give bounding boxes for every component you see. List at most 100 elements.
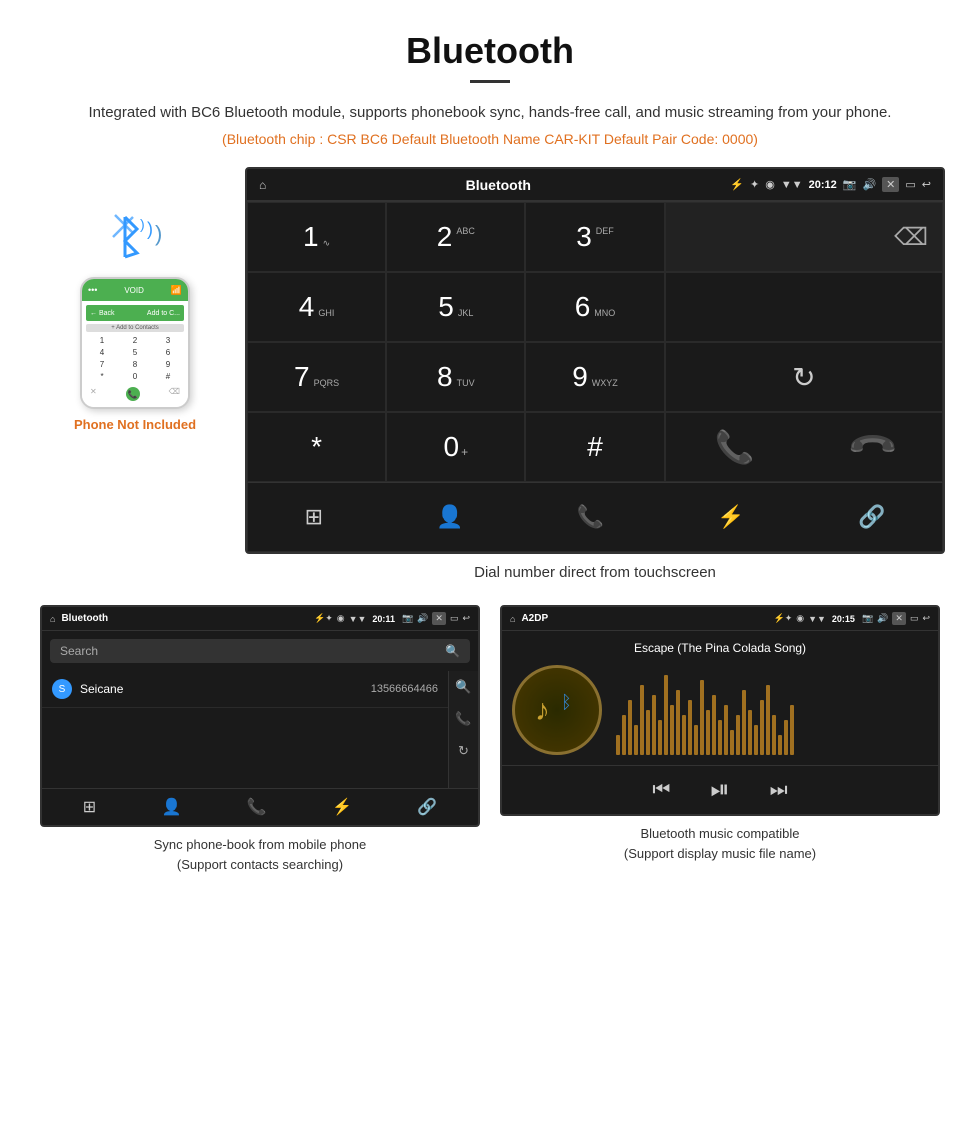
dial-key-2[interactable]: 2 ABC <box>386 202 525 272</box>
contact-list: S Seicane 13566664466 🔍 📞 ↻ <box>42 671 478 788</box>
dial-key-4[interactable]: 4 GHI <box>247 272 386 342</box>
redial-button[interactable]: ↻ <box>665 342 943 412</box>
dial-key-7[interactable]: 7 PQRS <box>247 342 386 412</box>
mu-home-icon[interactable]: ⌂ <box>510 614 515 624</box>
mu-close-icon[interactable]: ✕ <box>892 612 906 625</box>
dial-right-row2 <box>665 272 943 342</box>
close-icon[interactable]: ✕ <box>882 177 899 192</box>
dial-key-3[interactable]: 3 DEF <box>525 202 664 272</box>
pb-dialpad-icon[interactable]: ⊞ <box>83 797 96 817</box>
mu-time: 20:15 <box>832 614 855 624</box>
phone-icon[interactable]: 📞 <box>577 504 604 530</box>
bottom-row: ⌂ Bluetooth ⚡ ✦ ◉ ▼▼ 20:11 📷 🔊 ✕ ▭ ↩ <box>0 591 980 874</box>
pb-refresh-icon-right[interactable]: ↻ <box>458 743 469 759</box>
header-specs: (Bluetooth chip : CSR BC6 Default Blueto… <box>60 131 920 147</box>
mu-volume-icon: 🔊 <box>877 613 888 624</box>
dial-screen-title: Bluetooth <box>266 177 730 193</box>
album-art: ♪ ᛒ <box>512 665 602 755</box>
music-screen: ⌂ A2DP ⚡ ✦ ◉ ▼▼ 20:15 📷 🔊 ✕ ▭ ↩ Escape (… <box>500 605 940 816</box>
search-bar[interactable]: Search 🔍 <box>50 639 470 663</box>
page-header: Bluetooth Integrated with BC6 Bluetooth … <box>0 0 980 157</box>
dial-screen: ⌂ Bluetooth ⚡ ✦ ◉ ▼▼ 20:12 📷 🔊 ✕ ▭ ↩ <box>245 167 945 554</box>
time-display: 20:12 <box>809 179 837 191</box>
svg-text:): ) <box>147 219 153 239</box>
rewind-button[interactable]: ⏮ <box>652 779 670 802</box>
dial-screen-container: ⌂ Bluetooth ⚡ ✦ ◉ ▼▼ 20:12 📷 🔊 ✕ ▭ ↩ <box>240 167 950 581</box>
pb-usb-icon: ⚡ <box>314 613 325 624</box>
pb-back-icon[interactable]: ↩ <box>462 613 470 624</box>
pb-close-icon[interactable]: ✕ <box>432 612 446 625</box>
phone-not-included-label: Phone Not Included <box>74 417 196 432</box>
dial-status-bar: ⌂ Bluetooth ⚡ ✦ ◉ ▼▼ 20:12 📷 🔊 ✕ ▭ ↩ <box>247 169 943 201</box>
song-title: Escape (The Pina Colada Song) <box>634 641 806 655</box>
main-area: ) ) ) ••• VOID 📶 ← Back <box>0 157 980 591</box>
search-icon[interactable]: 🔍 <box>445 644 460 658</box>
dial-key-9[interactable]: 9 WXYZ <box>525 342 664 412</box>
fast-forward-button[interactable]: ⏭ <box>770 779 788 802</box>
svg-text:): ) <box>140 216 145 232</box>
dial-key-8[interactable]: 8 TUV <box>386 342 525 412</box>
dial-call-area: 📞 📞 <box>665 412 943 482</box>
signal-icon: ▼▼ <box>781 179 803 191</box>
dial-key-0[interactable]: 0 + <box>386 412 525 482</box>
pb-call-icon-right[interactable]: 📞 <box>455 711 471 727</box>
contacts-icon[interactable]: 👤 <box>436 504 463 530</box>
pb-phone-icon[interactable]: 📞 <box>247 797 267 817</box>
mu-back-icon[interactable]: ↩ <box>922 613 930 624</box>
pb-caption-line2: (Support contacts searching) <box>177 857 343 872</box>
contact-list-empty <box>42 708 448 788</box>
link-icon[interactable]: 🔗 <box>858 504 885 530</box>
status-bar-right: ⚡ ✦ ◉ ▼▼ 20:12 📷 🔊 ✕ ▭ ↩ <box>730 177 931 192</box>
mu-location-icon: ◉ <box>796 613 804 624</box>
contact-rows: S Seicane 13566664466 <box>42 671 448 788</box>
dial-input-area: ⌫ <box>665 202 943 272</box>
pb-person-icon[interactable]: 👤 <box>161 797 181 817</box>
search-placeholder: Search <box>60 644 98 658</box>
music-item: ⌂ A2DP ⚡ ✦ ◉ ▼▼ 20:15 📷 🔊 ✕ ▭ ↩ Escape (… <box>490 605 950 874</box>
end-call-button[interactable]: 📞 <box>845 419 900 474</box>
mu-window-icon[interactable]: ▭ <box>910 613 919 624</box>
svg-text:♪: ♪ <box>535 694 550 727</box>
pb-caption-line1: Sync phone-book from mobile phone <box>154 837 366 852</box>
pb-bt-action-icon[interactable]: ⚡ <box>332 797 352 817</box>
header-divider <box>470 80 510 83</box>
pb-link-action-icon[interactable]: 🔗 <box>417 797 437 817</box>
back-icon[interactable]: ↩ <box>922 178 931 191</box>
bluetooth-status-icon: ✦ <box>750 178 759 191</box>
pb-signal: ▼▼ <box>349 614 367 624</box>
bluetooth-icon[interactable]: ⚡ <box>717 504 744 530</box>
volume-icon: 🔊 <box>862 178 876 191</box>
pb-search-icon-right[interactable]: 🔍 <box>455 679 471 695</box>
mu-screen-title: A2DP <box>521 613 773 624</box>
dial-key-hash[interactable]: # <box>525 412 664 482</box>
svg-text:ᛒ: ᛒ <box>561 692 572 712</box>
pb-status-right: ✦ ◉ ▼▼ 20:11 📷 🔊 ✕ ▭ ↩ <box>325 612 470 625</box>
music-content-area: Escape (The Pina Colada Song) ♪ ᛒ <box>502 631 938 765</box>
usb-icon: ⚡ <box>730 178 744 191</box>
answer-call-button[interactable]: 📞 <box>715 428 755 466</box>
pb-window-icon[interactable]: ▭ <box>450 613 459 624</box>
phone-top-bar: ••• VOID 📶 <box>82 279 188 301</box>
pb-right-icons: 🔍 📞 ↻ <box>448 671 478 788</box>
pb-home-icon[interactable]: ⌂ <box>50 614 55 624</box>
contact-row-seicane[interactable]: S Seicane 13566664466 <box>42 671 448 708</box>
home-icon[interactable]: ⌂ <box>259 178 266 192</box>
bluetooth-icon-area: ) ) ) <box>95 207 175 267</box>
bluetooth-music-icon: ♪ ᛒ <box>527 680 587 740</box>
play-pause-button[interactable]: ⏯ <box>710 776 729 804</box>
mu-usb-icon: ⚡ <box>773 613 784 624</box>
backspace-button[interactable]: ⌫ <box>894 223 928 252</box>
dialpad-icon[interactable]: ⊞ <box>305 504 323 530</box>
dial-key-1[interactable]: 1 ∿ <box>247 202 386 272</box>
phonebook-item: ⌂ Bluetooth ⚡ ✦ ◉ ▼▼ 20:11 📷 🔊 ✕ ▭ ↩ <box>30 605 490 874</box>
window-icon[interactable]: ▭ <box>905 178 915 191</box>
pb-time: 20:11 <box>372 614 395 624</box>
dial-key-5[interactable]: 5 JKL <box>386 272 525 342</box>
dial-key-6[interactable]: 6 MNO <box>525 272 664 342</box>
pb-bt-icon: ✦ <box>325 613 333 624</box>
dial-key-star[interactable]: * <box>247 412 386 482</box>
pb-action-bar: ⊞ 👤 📞 ⚡ 🔗 <box>42 788 478 825</box>
mu-bt-icon: ✦ <box>785 613 793 624</box>
svg-text:): ) <box>155 221 162 246</box>
contact-avatar-s: S <box>52 679 72 699</box>
